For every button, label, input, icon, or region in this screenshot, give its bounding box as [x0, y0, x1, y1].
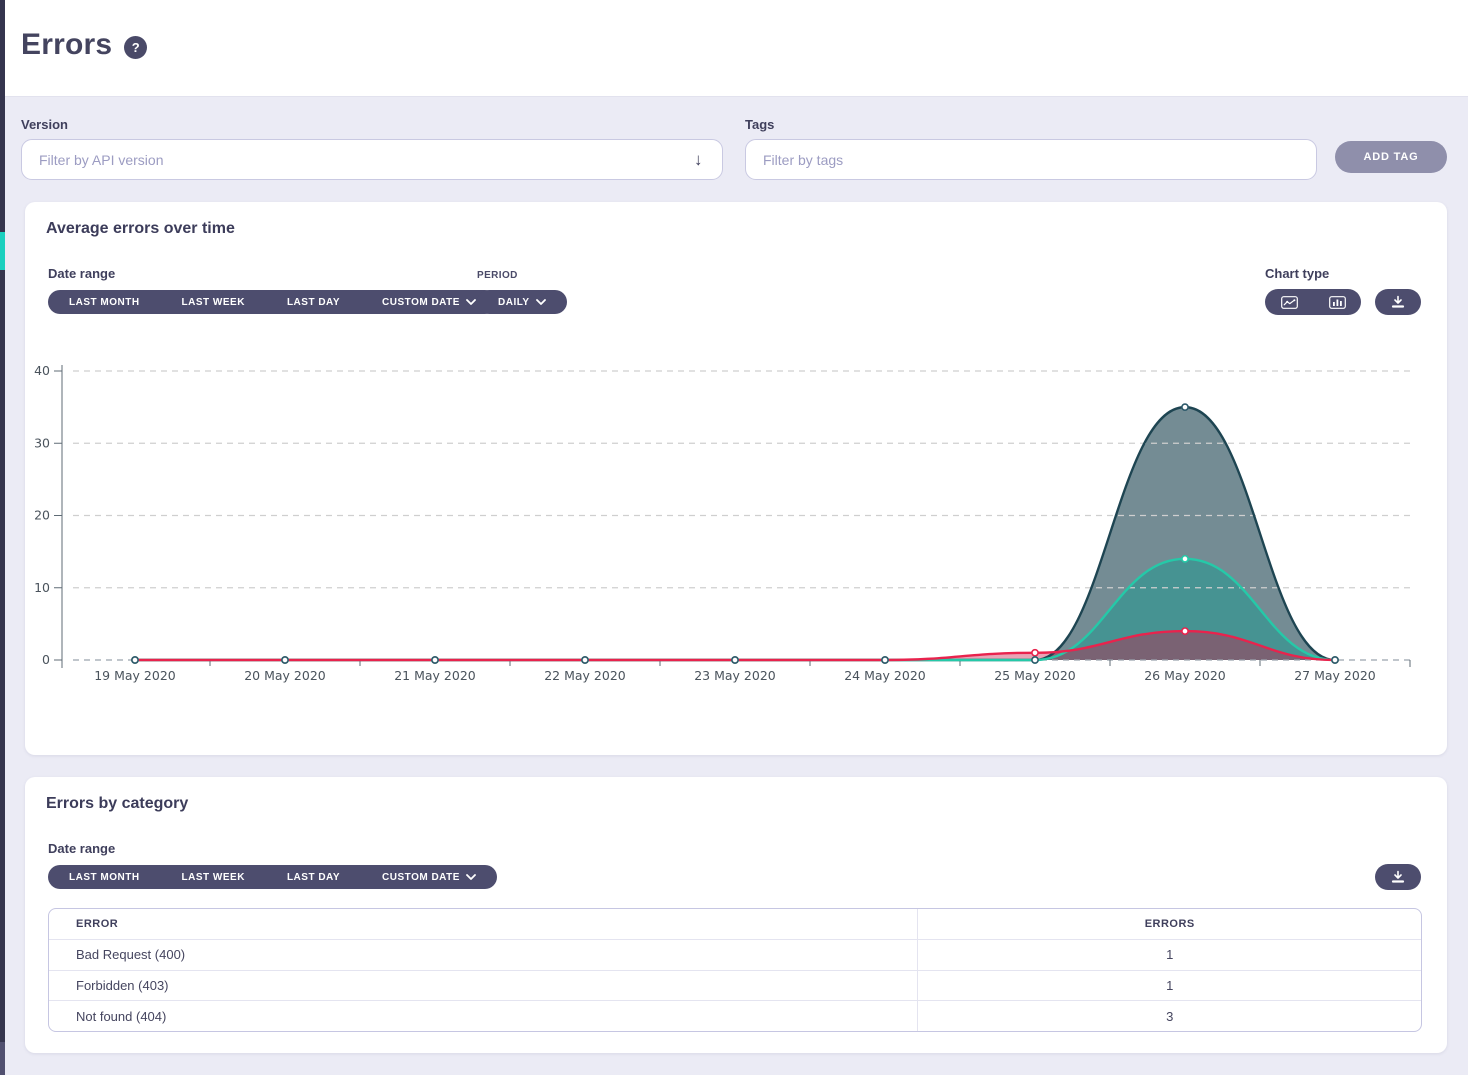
page-title: Errors: [21, 28, 112, 62]
svg-text:26 May 2020: 26 May 2020: [1144, 668, 1226, 683]
svg-text:40: 40: [34, 363, 50, 378]
custom-date-button[interactable]: CUSTOM DATE: [361, 865, 497, 889]
custom-date-label: CUSTOM DATE: [382, 872, 460, 883]
sidebar-edge: [0, 0, 5, 1075]
svg-text:20: 20: [34, 508, 50, 523]
svg-text:25 May 2020: 25 May 2020: [994, 668, 1076, 683]
errors-column-header: ERRORS: [917, 909, 1421, 939]
last-week-button[interactable]: LAST WEEK: [161, 865, 266, 889]
arrow-down-icon[interactable]: ↓: [694, 150, 703, 170]
date-range-group: LAST MONTH LAST WEEK LAST DAY CUSTOM DAT…: [48, 865, 497, 889]
help-icon[interactable]: ?: [124, 36, 147, 59]
svg-text:23 May 2020: 23 May 2020: [694, 668, 776, 683]
errors-over-time-chart[interactable]: 0 10 20 30 40 19 May 2020 20 May 2020 21 May 20…: [25, 202, 1447, 755]
table-row[interactable]: Bad Request (400) 1: [49, 939, 1421, 970]
tags-label: Tags: [745, 117, 774, 132]
svg-text:20 May 2020: 20 May 2020: [244, 668, 326, 683]
svg-text:21 May 2020: 21 May 2020: [394, 668, 476, 683]
last-month-button[interactable]: LAST MONTH: [48, 865, 161, 889]
svg-text:19 May 2020: 19 May 2020: [94, 668, 176, 683]
download-table-button[interactable]: [1381, 870, 1415, 884]
error-name-cell: Bad Request (400): [49, 940, 917, 970]
error-column-header: ERROR: [49, 909, 917, 939]
tags-filter-input[interactable]: [745, 139, 1317, 180]
chevron-down-icon: [466, 874, 476, 880]
errors-table: ERROR ERRORS Bad Request (400) 1 Forbidd…: [48, 908, 1422, 1032]
version-label: Version: [21, 117, 68, 132]
error-name-cell: Forbidden (403): [49, 971, 917, 1001]
category-card-title: Errors by category: [46, 795, 188, 813]
version-filter-input[interactable]: [21, 139, 723, 180]
table-header-row: ERROR ERRORS: [49, 909, 1421, 939]
add-tag-button[interactable]: ADD TAG: [1335, 141, 1447, 173]
svg-text:22 May 2020: 22 May 2020: [544, 668, 626, 683]
download-icon: [1391, 870, 1405, 884]
svg-text:27 May 2020: 27 May 2020: [1294, 668, 1376, 683]
sidebar-active-indicator: [0, 232, 5, 270]
table-row[interactable]: Forbidden (403) 1: [49, 970, 1421, 1001]
errors-by-category-card: Errors by category Date range LAST MONTH…: [25, 777, 1447, 1053]
error-name-cell: Not found (404): [49, 1001, 917, 1031]
error-count-cell: 3: [917, 1001, 1421, 1031]
svg-text:10: 10: [34, 580, 50, 595]
date-range-label: Date range: [48, 841, 115, 856]
sidebar-edge-footer: [0, 1042, 5, 1075]
svg-text:30: 30: [34, 435, 50, 450]
svg-text:24 May 2020: 24 May 2020: [844, 668, 926, 683]
error-count-cell: 1: [917, 971, 1421, 1001]
page-header: Errors ?: [5, 0, 1468, 97]
page: Errors ? Version ↓ Tags ADD TAG Average …: [0, 0, 1468, 1075]
svg-text:0: 0: [42, 652, 50, 667]
download-group: [1375, 864, 1421, 890]
error-count-cell: 1: [917, 940, 1421, 970]
table-row[interactable]: Not found (404) 3: [49, 1000, 1421, 1031]
average-errors-card: Average errors over time Date range LAST…: [25, 202, 1447, 755]
last-day-button[interactable]: LAST DAY: [266, 865, 361, 889]
